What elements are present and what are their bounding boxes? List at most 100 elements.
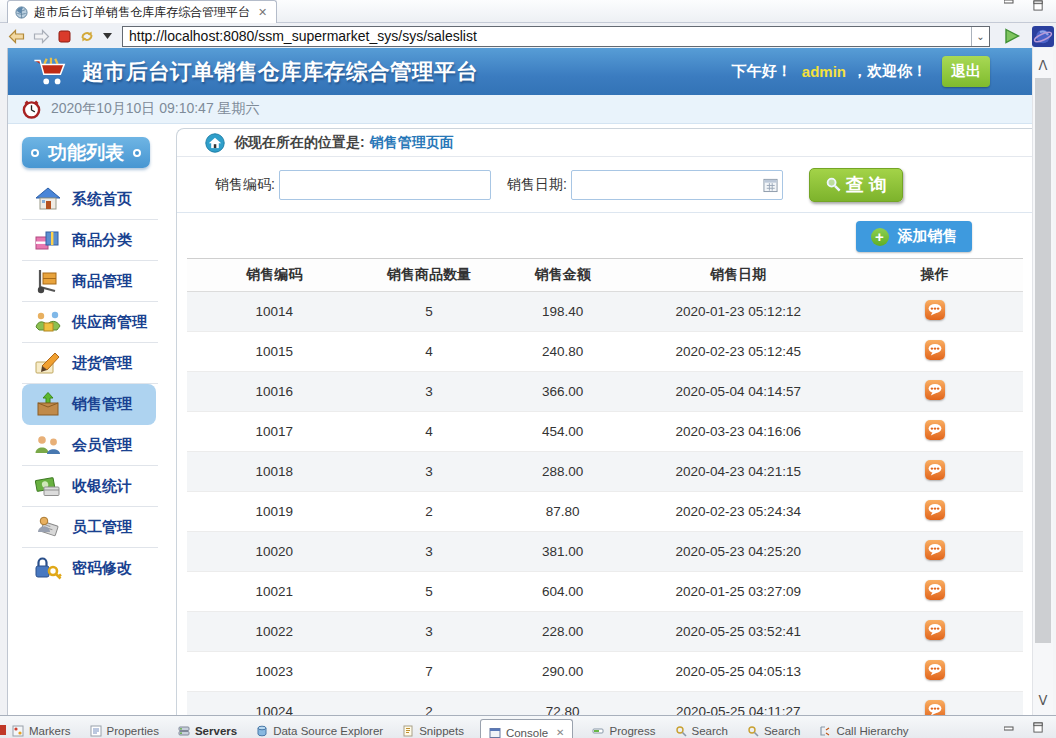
- scroll-down-icon[interactable]: ᐯ: [1033, 691, 1053, 711]
- search-button[interactable]: 查 询: [809, 168, 903, 202]
- minimize-icon[interactable]: [1004, 0, 1015, 11]
- home-circle-icon: [205, 133, 225, 153]
- comment-icon[interactable]: [925, 340, 945, 360]
- logout-button[interactable]: 退出: [942, 56, 990, 87]
- dot-icon: [133, 149, 141, 157]
- toolbar-dropdown-icon[interactable]: [103, 33, 112, 39]
- sidebar-item-supplier[interactable]: 供应商管理: [22, 302, 158, 343]
- sidebar-item-category[interactable]: 商品分类: [22, 220, 158, 261]
- url-input[interactable]: http://localhost:8080/ssm_supermarket_sy…: [122, 26, 990, 47]
- tab-close-icon[interactable]: ✕: [258, 6, 267, 19]
- comment-icon[interactable]: [925, 420, 945, 440]
- scroll-up-icon[interactable]: ᐱ: [1033, 56, 1053, 76]
- purchase-icon: [34, 349, 62, 377]
- table-row: 100215604.002020-01-25 03:27:09: [187, 572, 1023, 612]
- restore-icon[interactable]: [1033, 0, 1044, 11]
- sidebar-menu: 系统首页商品分类商品管理供应商管理进货管理销售管理会员管理收银统计员工管理密码修…: [8, 179, 172, 589]
- password-icon: [34, 555, 62, 583]
- comment-icon[interactable]: [925, 300, 945, 320]
- tab-close-icon[interactable]: ✕: [556, 727, 564, 738]
- table-cell-op: [847, 412, 1023, 452]
- bottom-tab-search-2[interactable]: Search: [747, 725, 800, 737]
- greeting-prefix: 下午好！: [732, 62, 792, 81]
- comment-icon[interactable]: [925, 460, 945, 480]
- url-dropdown-icon[interactable]: ⌄: [971, 27, 989, 46]
- table-cell: 2020-05-25 04:05:13: [630, 652, 847, 692]
- back-icon[interactable]: [8, 29, 25, 44]
- column-header: 销售商品数量: [362, 259, 496, 292]
- refresh-icon[interactable]: [79, 29, 95, 44]
- comment-icon[interactable]: [925, 540, 945, 560]
- calendar-icon[interactable]: [763, 177, 778, 193]
- forward-icon[interactable]: [33, 29, 50, 44]
- stop-icon[interactable]: [58, 30, 71, 43]
- sidebar-item-cashier[interactable]: 收银统计: [22, 466, 158, 507]
- servers-icon: [178, 725, 190, 737]
- goods-icon: [34, 267, 62, 295]
- bottom-tab-call-hierarchy[interactable]: Call Hierarchy: [819, 725, 908, 737]
- sale-date-input[interactable]: [571, 170, 783, 200]
- table-cell-op: [847, 532, 1023, 572]
- table-cell: 2020-02-23 05:12:45: [630, 332, 847, 372]
- table-cell: 10020: [187, 532, 363, 572]
- search-button-label: 查 询: [846, 173, 887, 197]
- comment-icon[interactable]: [925, 660, 945, 680]
- column-header: 操作: [847, 259, 1023, 292]
- sidebar-item-label: 商品管理: [72, 272, 132, 291]
- bottom-tab-search-1[interactable]: Search: [675, 725, 728, 737]
- table-row: 100145198.402020-01-23 05:12:12: [187, 292, 1023, 332]
- comment-icon[interactable]: [925, 620, 945, 640]
- comment-icon[interactable]: [925, 580, 945, 600]
- sale-date-label: 销售日期:: [507, 176, 567, 194]
- sidebar-item-password[interactable]: 密码修改: [22, 548, 158, 589]
- table-cell: 4: [362, 412, 496, 452]
- sidebar-item-home[interactable]: 系统首页: [22, 179, 158, 220]
- bottom-tab-console[interactable]: Console✕: [480, 719, 574, 738]
- sidebar-item-sales[interactable]: 销售管理: [22, 384, 156, 425]
- column-header: 销售金额: [496, 259, 630, 292]
- bottom-tab-markers[interactable]: Markers: [12, 725, 71, 737]
- table-row: 100203381.002020-05-23 04:25:20: [187, 532, 1023, 572]
- sidebar-item-label: 收银统计: [72, 477, 132, 496]
- console-icon: [489, 727, 501, 738]
- sidebar-item-purchase[interactable]: 进货管理: [22, 343, 158, 384]
- table-cell-op: [847, 692, 1023, 716]
- table-row: 10024272.802020-05-25 04:11:27: [187, 692, 1023, 716]
- bottom-tab-properties[interactable]: Properties: [90, 725, 159, 737]
- eclipse-window: 超市后台订单销售仓库库存综合管理平台 ✕ http://localhost:80…: [0, 0, 1056, 738]
- browser-viewport: 超市后台订单销售仓库库存综合管理平台 下午好！ admin ，欢迎你！ 退出 2…: [0, 48, 1056, 715]
- table-cell: 10019: [187, 492, 363, 532]
- minimize-icon[interactable]: [1004, 722, 1015, 733]
- sidebar-title-text: 功能列表: [48, 140, 124, 166]
- table-cell: 2: [362, 692, 496, 716]
- breadcrumb-current-link[interactable]: 销售管理页面: [370, 134, 454, 152]
- table-cell: 2020-04-23 04:21:15: [630, 452, 847, 492]
- table-cell: 72.80: [496, 692, 630, 716]
- scrollbar-thumb[interactable]: [1035, 78, 1051, 643]
- table-cell: 2: [362, 492, 496, 532]
- go-icon[interactable]: [1002, 27, 1022, 45]
- browser-editor-tab[interactable]: 超市后台订单销售仓库库存综合管理平台 ✕: [7, 0, 277, 23]
- bottom-tab-progress[interactable]: Progress: [592, 725, 655, 737]
- add-sale-button[interactable]: + 添加销售: [856, 221, 972, 252]
- sale-code-input[interactable]: [279, 170, 491, 200]
- cashier-icon: [34, 472, 62, 500]
- bottom-tab-snippets[interactable]: Snippets: [402, 725, 464, 737]
- bottom-tab-servers[interactable]: Servers: [178, 725, 237, 737]
- comment-icon[interactable]: [925, 380, 945, 400]
- table-cell-op: [847, 572, 1023, 612]
- table-cell-op: [847, 292, 1023, 332]
- table-cell: 10021: [187, 572, 363, 612]
- vertical-scrollbar[interactable]: ᐱ ᐯ: [1032, 48, 1053, 715]
- staff-icon: [34, 513, 62, 541]
- internal-browser-icon[interactable]: [1032, 26, 1054, 47]
- sidebar-item-staff[interactable]: 员工管理: [22, 507, 158, 548]
- sidebar-item-goods[interactable]: 商品管理: [22, 261, 158, 302]
- restore-icon[interactable]: [1033, 722, 1044, 733]
- bottom-tab-data-source-explorer[interactable]: Data Source Explorer: [256, 725, 383, 737]
- comment-icon[interactable]: [925, 500, 945, 520]
- sidebar-item-member[interactable]: 会员管理: [22, 425, 158, 466]
- category-icon: [34, 226, 62, 254]
- markers-icon: [12, 725, 24, 737]
- comment-icon[interactable]: [925, 700, 945, 715]
